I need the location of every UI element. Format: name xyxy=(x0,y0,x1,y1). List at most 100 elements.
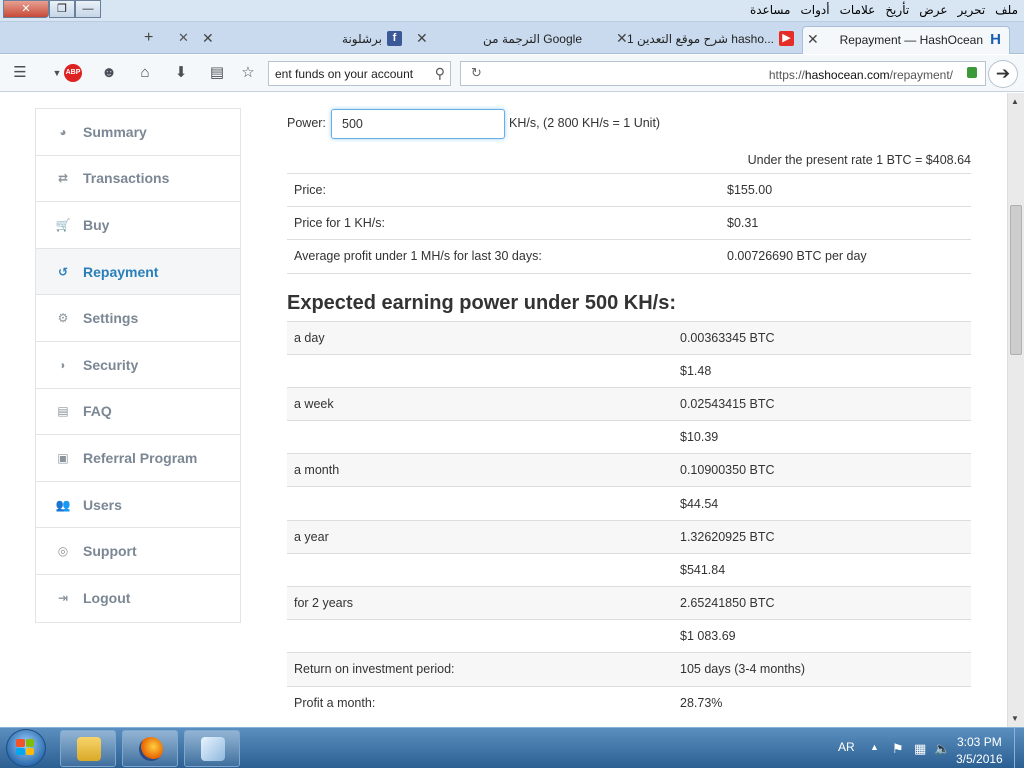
menu-history[interactable]: تأريخ xyxy=(885,3,909,17)
download-icon[interactable]: ⬇ xyxy=(170,63,192,83)
close-tab-icon[interactable]: ✕ xyxy=(416,26,428,50)
maximize-window-button[interactable]: ❐ xyxy=(49,0,75,18)
go-forward-button[interactable]: ➔ xyxy=(988,60,1018,88)
earning-label xyxy=(287,619,673,653)
sidebar-item-users[interactable]: 👥 Users xyxy=(36,482,240,529)
close-window-button[interactable]: ✕ xyxy=(3,0,49,18)
menu-tools[interactable]: أدوات xyxy=(801,3,830,17)
scroll-down-icon[interactable]: ▼ xyxy=(1011,714,1019,723)
earning-label xyxy=(287,486,673,521)
earning-value: 0.10900350 BTC xyxy=(673,453,971,487)
menu-edit[interactable]: تحرير xyxy=(958,3,986,17)
earning-value: $1.48 xyxy=(673,353,971,388)
hamburger-menu-icon[interactable]: ☰ xyxy=(9,63,31,83)
sidebar-icon: ◕ xyxy=(59,124,67,139)
sidebar-item-repayment[interactable]: ↺ Repayment xyxy=(36,248,240,296)
url-bar[interactable]: ↻ https://hashocean.com/repayment/ xyxy=(460,61,986,86)
earning-label: Return on investment period: xyxy=(287,652,673,687)
tab-google-translate[interactable]: ✕ الترجمة من Google xyxy=(412,26,612,54)
sidebar-item-label: Summary xyxy=(83,123,147,140)
clock[interactable]: 3:03 PM 3/5/2016 xyxy=(956,734,1003,768)
bookmark-star-icon[interactable]: ☆ xyxy=(237,63,259,83)
sidebar-item-referral-program[interactable]: ▣ Referral Program xyxy=(36,435,240,482)
sidebar-item-support[interactable]: ◎ Support xyxy=(36,528,240,575)
menu-bookmarks[interactable]: علامات xyxy=(840,3,876,17)
language-indicator[interactable]: AR xyxy=(838,740,855,754)
sidebar-item-transactions[interactable]: ⇄ Transactions xyxy=(36,156,240,203)
menu-view[interactable]: عرض xyxy=(919,3,947,17)
menu-file[interactable]: ملف xyxy=(995,3,1018,17)
show-hidden-icons-icon[interactable]: ▲ xyxy=(870,742,879,752)
tab-youtube[interactable]: ✕ 1 شرح موقع التعدين hasho... ▶ xyxy=(612,26,800,54)
hashocean-icon: H xyxy=(990,31,1001,48)
sidebar-icon: ◗ xyxy=(59,357,67,372)
power-input[interactable] xyxy=(331,109,505,139)
power-row: Power: KH/s, (2 800 KH/s = 1 Unit) xyxy=(287,107,971,139)
sidebar-item-summary[interactable]: ◕ Summary xyxy=(36,109,240,156)
earning-value: $541.84 xyxy=(673,552,971,587)
sidebar-item-logout[interactable]: ⇥ Logout xyxy=(36,575,240,622)
table-row: $1 083.69 xyxy=(287,619,971,653)
volume-icon[interactable]: 🔈 xyxy=(934,741,950,757)
sidebar-item-label: Users xyxy=(83,496,122,513)
table-row: Average profit under 1 MH/s for last 30 … xyxy=(287,239,971,273)
new-tab-button[interactable]: + xyxy=(144,29,153,47)
windows-taskbar: AR ▲ ⚑ ▦ 🔈 3:03 PM 3/5/2016 xyxy=(0,727,1024,768)
info-value: $155.00 xyxy=(727,173,971,207)
scrollbar-thumb[interactable] xyxy=(1010,205,1022,355)
info-value: $0.31 xyxy=(727,206,971,240)
info-label: Average profit under 1 MH/s for last 30 … xyxy=(287,239,727,273)
sidebar-item-label: Transactions xyxy=(83,170,170,187)
minimize-window-button[interactable]: — xyxy=(75,0,101,18)
adblock-icon[interactable]: ABP xyxy=(64,64,82,82)
earning-table: a day 0.00363345 BTC $1.48 a week 0.02543415… xyxy=(287,320,971,720)
search-input[interactable]: ent funds on your account ⚲ xyxy=(268,61,451,86)
close-tab-icon[interactable]: ✕ xyxy=(202,26,214,50)
sidebar-item-security[interactable]: ◗ Security xyxy=(36,342,240,389)
reload-icon[interactable]: ↻ xyxy=(471,65,482,81)
page-content: ◕ Summary ⇄ Transactions 🛒 Buy ↺ Repayment ⚙ Sett… xyxy=(0,93,1007,727)
earning-label: a month xyxy=(287,453,673,487)
earning-label: a day xyxy=(287,320,673,355)
sidebar-item-label: Security xyxy=(83,356,139,373)
sidebar-icon: ⚙ xyxy=(57,311,69,326)
taskbar-firefox-button[interactable] xyxy=(122,730,178,767)
table-row: $1.48 xyxy=(287,353,971,388)
search-icon[interactable]: ⚲ xyxy=(435,65,445,82)
sidebar-item-settings[interactable]: ⚙ Settings xyxy=(36,295,240,342)
sidebar-item-faq[interactable]: ▤ FAQ xyxy=(36,389,240,436)
tab-title: Repayment — HashOcean xyxy=(839,33,983,47)
sidebar-item-label: FAQ xyxy=(83,403,112,420)
table-row: a month 0.10900350 BTC xyxy=(287,453,971,487)
sidebar-item-label: Repayment xyxy=(83,263,159,280)
taskbar-explorer-button[interactable] xyxy=(60,730,116,767)
close-tab-icon[interactable]: ✕ xyxy=(178,30,189,46)
notepad-icon xyxy=(201,737,225,761)
table-row: a year 1.32620925 BTC xyxy=(287,519,971,554)
facebook-icon: f xyxy=(387,31,402,46)
tab-barcelona[interactable]: ✕ برشلونة f xyxy=(198,26,408,54)
chat-icon[interactable]: ☻ xyxy=(98,63,120,83)
sidebar-item-label: Buy xyxy=(83,216,110,233)
show-desktop-button[interactable] xyxy=(1014,728,1024,768)
sidebar-item-buy[interactable]: 🛒 Buy xyxy=(36,202,240,249)
close-tab-icon[interactable]: ✕ xyxy=(807,27,819,51)
table-row: Profit a month: 28.73% xyxy=(287,685,971,720)
earning-label xyxy=(287,552,673,587)
lock-icon[interactable] xyxy=(967,67,977,78)
page-scrollbar[interactable]: ▲ ▼ xyxy=(1007,93,1024,727)
sidebar-icon: ⇄ xyxy=(57,171,69,186)
home-icon[interactable]: ⌂ xyxy=(134,63,156,83)
clipboard-icon[interactable]: ▤ xyxy=(206,63,228,83)
tab-hashocean[interactable]: ✕ Repayment — HashOcean H xyxy=(802,26,1010,54)
network-icon[interactable]: ▦ xyxy=(914,741,926,757)
earning-label: a week xyxy=(287,386,673,421)
sidebar-icon: 🛒 xyxy=(55,217,71,232)
windows-logo-icon xyxy=(16,739,34,755)
action-center-icon[interactable]: ⚑ xyxy=(892,741,904,757)
sidebar-item-label: Referral Program xyxy=(83,449,198,466)
sidebar-item-label: Settings xyxy=(83,310,139,327)
scroll-up-icon[interactable]: ▲ xyxy=(1011,97,1019,106)
menu-help[interactable]: مساعدة xyxy=(750,3,791,17)
taskbar-notes-button[interactable] xyxy=(184,730,240,767)
